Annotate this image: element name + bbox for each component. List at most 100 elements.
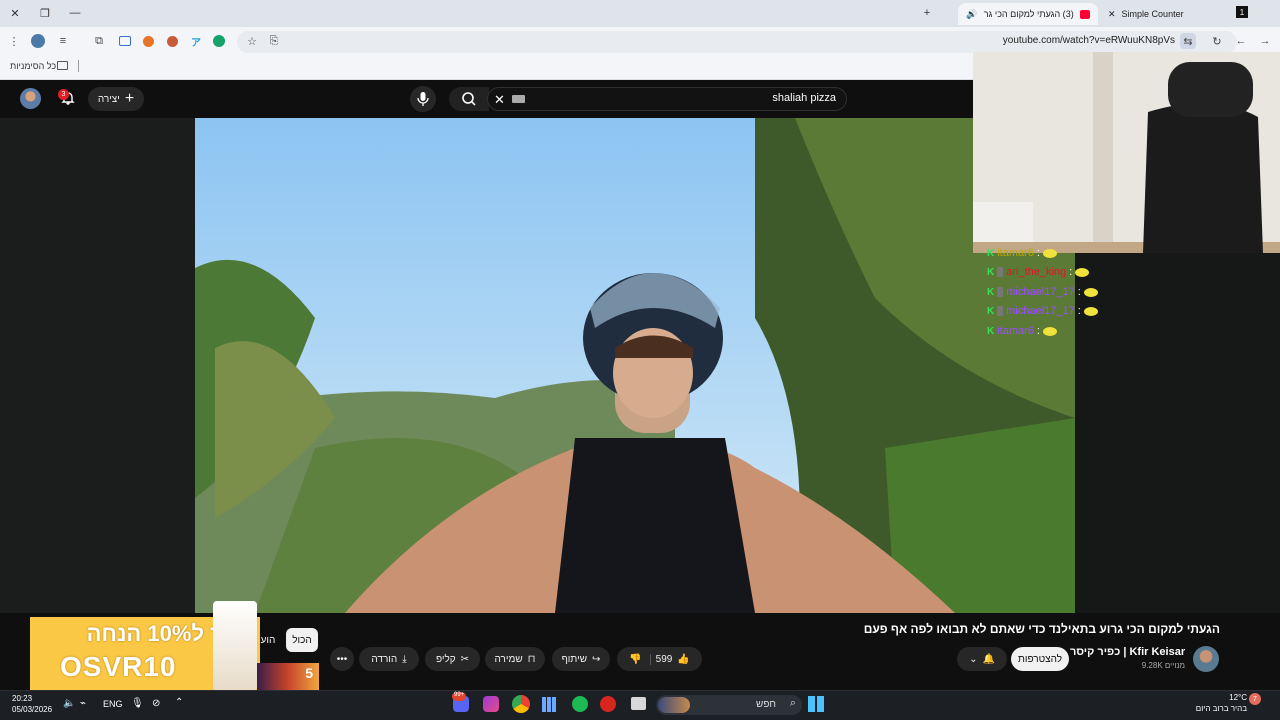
windows-search-box[interactable]: חפש ⌕ [656, 695, 802, 715]
tab-close-icon[interactable]: ✕ [1108, 9, 1116, 20]
more-actions-button[interactable]: ••• [330, 647, 354, 671]
chat-badge-icon: K [987, 325, 995, 337]
bookmark-star-icon[interactable]: ☆ [244, 33, 260, 49]
perfume-bottle-image [213, 601, 257, 691]
mic-muted-icon[interactable]: ⊘ [152, 698, 160, 709]
video-ambient-right [1075, 253, 1280, 613]
video-title: הגעתי למקום הכי גרוע בתאילנד כדי שאתם לא… [863, 622, 1220, 636]
file-explorer-icon[interactable] [631, 697, 646, 710]
clip-button[interactable]: קליפ ✂ [425, 647, 480, 671]
forward-icon[interactable]: ← [1233, 33, 1249, 49]
reading-list-icon[interactable]: ≡ [55, 33, 71, 49]
subscribe-label: להצטרפות [1017, 653, 1063, 665]
download-button[interactable]: הורדה ⤓ [359, 647, 419, 671]
chat-badge-icon [997, 287, 1004, 297]
url-text[interactable]: youtube.com/watch?v=eRWuuKN8pVs [900, 35, 1175, 46]
webcam-frame [973, 52, 1280, 253]
clock[interactable]: 20:23 05/03/2026 [12, 693, 52, 715]
voice-search-button[interactable] [410, 86, 436, 112]
download-icon: ⤓ [402, 653, 407, 665]
chat-username: itamar6 [997, 247, 1034, 259]
chevron-down-icon: ⌄ [969, 653, 978, 665]
discord-badge: 99+ [452, 692, 467, 701]
extension-grammarly-icon[interactable] [211, 33, 227, 49]
volume-icon[interactable]: 🔈 [63, 698, 75, 709]
channel-avatar[interactable] [1193, 646, 1219, 672]
new-tab-button[interactable]: + [916, 4, 938, 22]
extensions-icon[interactable]: ⧉ [91, 33, 107, 49]
extension-tab-icon[interactable] [117, 33, 133, 49]
share-label: שיתוף [561, 653, 588, 665]
profile-avatar-icon[interactable] [30, 33, 46, 49]
search-button[interactable] [449, 87, 489, 111]
microphone-icon[interactable]: 🎙 [131, 698, 144, 709]
like-count[interactable]: 599 [656, 654, 673, 665]
filter-chip-label: הוע [260, 634, 276, 646]
channel-name[interactable]: כפיר קיסר | Kfir Keisar [1070, 646, 1185, 658]
chat-badge-icon: K [987, 247, 995, 259]
chat-badge-icon: K [987, 286, 995, 298]
share-button[interactable]: שיתוף ↪ [552, 647, 610, 671]
clock-time: 20:23 [12, 694, 33, 703]
weather-widget[interactable]: 12°C בהיר ברוב היום [1185, 692, 1247, 714]
language-indicator[interactable]: ENG [103, 699, 123, 709]
clock-date: 05/03/2026 [12, 705, 53, 714]
ad-badge-number: 5 [305, 665, 313, 681]
notifications-dropdown[interactable]: ⌄ 🔔 [957, 647, 1007, 671]
ad-line-2: OSVR10 [60, 651, 177, 682]
tab-youtube-video[interactable]: (3) הגעתי למקום הכי גרוע ב 🔊 [958, 3, 1098, 25]
reload-icon[interactable]: ↻ [1209, 33, 1225, 49]
chat-badge-icon [997, 267, 1004, 277]
avatar[interactable] [20, 88, 41, 109]
chat-message: K ari_the_king : [987, 264, 1090, 280]
emote-icon [1083, 287, 1098, 297]
create-label: יצירה [97, 93, 120, 105]
filter-chip-partial[interactable]: הוע [253, 628, 283, 652]
clear-search-icon[interactable]: ✕ [494, 92, 505, 108]
minimize-window-icon[interactable]: — [64, 4, 86, 22]
close-window-icon[interactable]: ✕ [4, 4, 26, 22]
site-settings-icon[interactable]: ⇆ [1180, 33, 1196, 49]
extension-translate-icon[interactable]: ア [188, 33, 204, 49]
apps-grid-icon[interactable] [542, 697, 557, 712]
subscribe-button[interactable]: להצטרפות [1011, 647, 1069, 671]
thumbnail-image[interactable]: 5 [257, 663, 319, 690]
chat-message: K michael17_17 : [987, 284, 1098, 300]
all-bookmarks-label[interactable]: כל הסימניות [10, 61, 56, 71]
app-red-icon[interactable] [600, 696, 616, 712]
back-icon[interactable]: → [1257, 33, 1273, 49]
emote-icon [1075, 267, 1090, 277]
like-dislike-group: 👎 599 👍 [617, 647, 702, 671]
extension-face-icon[interactable] [164, 33, 180, 49]
spotify-app-icon[interactable] [572, 696, 588, 712]
create-button[interactable]: יצירה + [88, 87, 144, 111]
keyboard-icon[interactable] [512, 95, 525, 103]
search-query-text[interactable]: shaliah pizza [640, 92, 836, 104]
search-placeholder: חפש [756, 699, 776, 710]
filter-chip-all[interactable]: הכול [286, 628, 318, 652]
tray-overflow-chevron-icon[interactable]: ⌃ [175, 697, 183, 708]
extension-orange-icon[interactable] [140, 33, 156, 49]
filter-chip-label: הכול [292, 634, 312, 646]
emote-icon [1042, 248, 1057, 258]
install-app-icon[interactable]: ⎘ [266, 33, 282, 49]
tab-simple-counter[interactable]: ✕ Simple Counter [1100, 3, 1230, 25]
download-label: הורדה [371, 653, 398, 665]
network-icon[interactable]: ⌁ [80, 698, 86, 709]
tab-audio-icon[interactable]: 🔊 [966, 9, 977, 20]
maximize-window-icon[interactable]: ❐ [34, 4, 56, 22]
chrome-app-icon[interactable] [512, 695, 530, 713]
instagram-app-icon[interactable] [483, 696, 499, 712]
weather-badge: 7 [1249, 693, 1261, 705]
bell-icon: 🔔 [982, 653, 995, 665]
save-label: שמירה [494, 653, 523, 665]
dislike-icon[interactable]: 👎 [629, 653, 651, 665]
like-icon[interactable]: 👍 [677, 654, 689, 665]
subscriber-count: 9.28K מנויים [1141, 661, 1185, 670]
save-button[interactable]: שמירה ⊓ [485, 647, 545, 671]
windows-start-icon[interactable] [808, 696, 824, 712]
menu-kebab-icon[interactable]: ⋮ [6, 33, 22, 49]
youtube-favicon-icon [1079, 9, 1090, 19]
video-player[interactable] [195, 118, 1075, 613]
emote-icon [1083, 306, 1098, 316]
